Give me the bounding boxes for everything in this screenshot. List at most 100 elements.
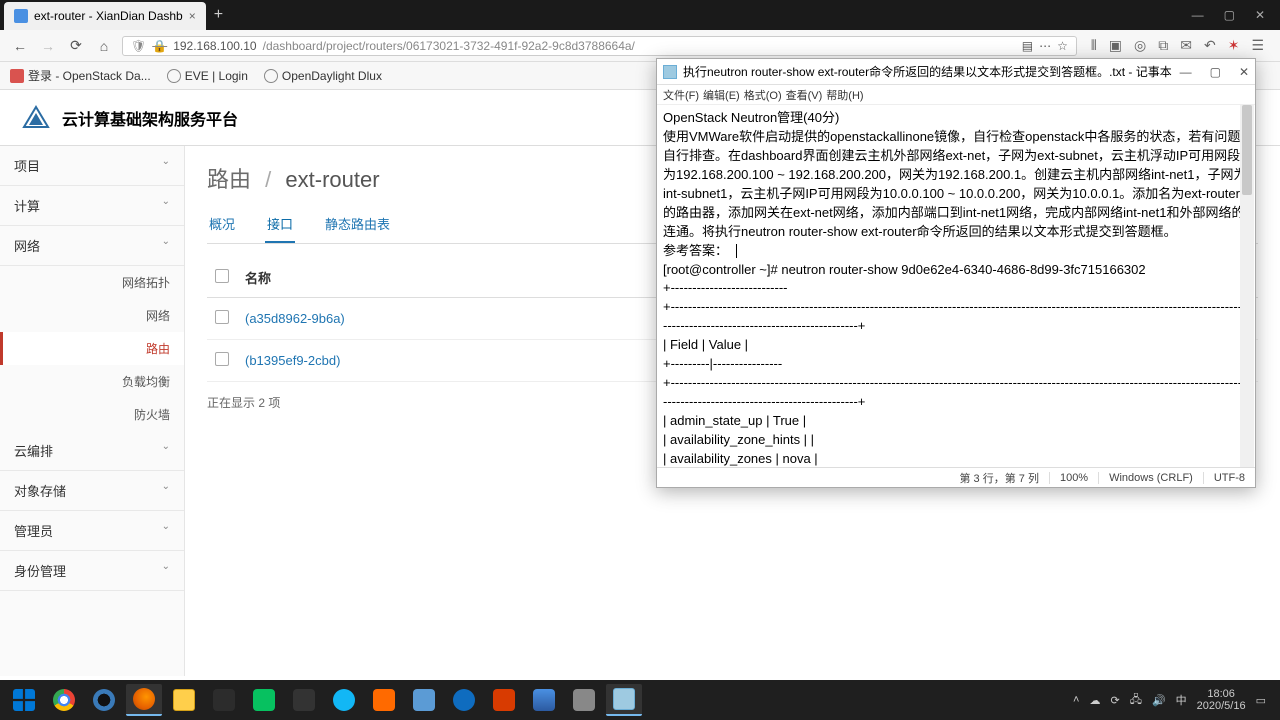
chat-icon[interactable]: ✉ — [1180, 37, 1192, 54]
platform-title: 云计算基础架构服务平台 — [62, 106, 238, 130]
tag-icon[interactable]: ⧉ — [1158, 37, 1168, 54]
sidebar-item-firewall[interactable]: 防火墙 — [0, 398, 184, 431]
globe-icon — [167, 69, 181, 83]
menu-icon[interactable]: ☰ — [1251, 37, 1264, 54]
bookmark-star-icon[interactable]: ☆ — [1057, 39, 1068, 53]
menu-format[interactable]: 格式(O) — [744, 87, 782, 102]
taskbar-app7[interactable] — [486, 684, 522, 716]
menu-edit[interactable]: 编辑(E) — [703, 87, 740, 102]
bookmark-eve[interactable]: EVE | Login — [167, 69, 248, 83]
menu-file[interactable]: 文件(F) — [663, 87, 699, 102]
url-bar[interactable]: 🛡 🔒 192.168.100.10/dashboard/project/rou… — [122, 36, 1077, 56]
breadcrumb-root[interactable]: 路由 — [207, 167, 251, 192]
taskbar-app1[interactable] — [86, 684, 122, 716]
reload-button[interactable]: ⟳ — [66, 37, 86, 54]
sidebar-identity[interactable]: 身份管理⌄ — [0, 551, 184, 591]
chevron-down-icon: ⌄ — [162, 481, 170, 500]
maximize-icon[interactable]: ▢ — [1210, 65, 1221, 79]
tab-static-routes[interactable]: 静态路由表 — [323, 206, 392, 243]
minimize-icon[interactable]: — — [1180, 65, 1192, 79]
np-line: 参考答案： — [663, 243, 728, 258]
interface-link[interactable]: (a35d8962-9b6a) — [245, 311, 345, 326]
more-icon[interactable]: ⋯ — [1039, 39, 1051, 53]
system-tray: ˄ ☁ ⟳ 🖧 🔊 中 18:06 2020/5/16 ▭ — [1073, 688, 1274, 712]
bookmark-opendaylight[interactable]: OpenDaylight Dlux — [264, 69, 382, 83]
sidebar-item-loadbalancer[interactable]: 负载均衡 — [0, 365, 184, 398]
np-line: +---------------------------------------… — [663, 299, 1246, 333]
tray-sync-icon[interactable]: ⟳ — [1110, 694, 1119, 707]
chevron-down-icon: ⌄ — [162, 521, 170, 540]
start-button[interactable] — [6, 684, 42, 716]
sidebar-network[interactable]: 网络⌄ — [0, 226, 184, 266]
np-line: | availability_zone_hints | | — [663, 432, 814, 447]
window-controls: — ▢ ✕ — [1192, 8, 1280, 22]
taskbar-firefox[interactable] — [126, 684, 162, 716]
taskbar-app2[interactable] — [206, 684, 242, 716]
sidebar-item-networks[interactable]: 网络 — [0, 299, 184, 332]
breadcrumb-current: ext-router — [285, 167, 379, 192]
tab-interfaces[interactable]: 接口 — [265, 206, 295, 243]
tray-chevron-icon[interactable]: ˄ — [1073, 694, 1079, 706]
menu-view[interactable]: 查看(V) — [786, 87, 823, 102]
tray-volume-icon[interactable]: 🔊 — [1152, 694, 1166, 707]
shield-icon: 🛡 — [131, 39, 146, 53]
reader-icon[interactable]: ▤ — [1022, 39, 1033, 53]
taskbar-chrome[interactable] — [46, 684, 82, 716]
minimize-icon[interactable]: — — [1192, 8, 1204, 22]
globe-icon — [264, 69, 278, 83]
bug-icon[interactable]: ✶ — [1228, 37, 1240, 54]
tab-close-icon[interactable]: × — [189, 9, 196, 23]
taskbar-app5[interactable] — [406, 684, 442, 716]
home-button[interactable]: ⌂ — [94, 38, 114, 54]
sidebar: 项目⌄ 计算⌄ 网络⌄ 网络拓扑 网络 路由 负载均衡 防火墙 云编排⌄ 对象存… — [0, 146, 185, 676]
notepad-textarea[interactable]: OpenStack Neutron管理(40分) 使用VMWare软件启动提供的… — [657, 105, 1255, 467]
tab-overview[interactable]: 概况 — [207, 206, 237, 243]
notepad-statusbar: 第 3 行，第 7 列 100% Windows (CRLF) UTF-8 — [657, 467, 1255, 487]
select-all-checkbox[interactable] — [215, 269, 229, 283]
undo-icon[interactable]: ↶ — [1204, 37, 1216, 54]
notification-icon[interactable]: ▭ — [1256, 694, 1266, 707]
sidebar-compute[interactable]: 计算⌄ — [0, 186, 184, 226]
close-icon[interactable]: ✕ — [1255, 8, 1265, 22]
np-line: +---------|---------------- — [663, 356, 782, 371]
taskbar-clock[interactable]: 18:06 2020/5/16 — [1197, 688, 1246, 712]
sidebar-project[interactable]: 项目⌄ — [0, 146, 184, 186]
browser-tab[interactable]: ext-router - XianDian Dashb × — [4, 2, 206, 30]
forward-button[interactable]: → — [38, 38, 58, 54]
taskbar-notepad[interactable] — [606, 684, 642, 716]
notepad-titlebar[interactable]: 执行neutron router-show ext-router命令所返回的结果… — [657, 59, 1255, 85]
np-line: | Field | Value | — [663, 337, 748, 352]
sidebar-label: 云编排 — [14, 441, 53, 460]
taskbar-app4[interactable] — [366, 684, 402, 716]
interface-link[interactable]: (b1395ef9-2cbd) — [245, 353, 340, 368]
new-tab-button[interactable]: + — [214, 6, 223, 24]
close-icon[interactable]: ✕ — [1239, 65, 1249, 79]
row-checkbox[interactable] — [215, 352, 229, 366]
taskbar-app8[interactable] — [566, 684, 602, 716]
back-button[interactable]: ← — [10, 38, 30, 54]
sidebar-item-routers[interactable]: 路由 — [0, 332, 184, 365]
tray-cloud-icon[interactable]: ☁ — [1089, 694, 1100, 707]
row-checkbox[interactable] — [215, 310, 229, 324]
taskbar-app6[interactable] — [446, 684, 482, 716]
sidebar-item-topology[interactable]: 网络拓扑 — [0, 266, 184, 299]
tray-ime[interactable]: 中 — [1176, 692, 1187, 708]
menu-help[interactable]: 帮助(H) — [826, 87, 863, 102]
notepad-title: 执行neutron router-show ext-router命令所返回的结果… — [683, 63, 1172, 80]
taskbar-vmware[interactable] — [526, 684, 562, 716]
sidebar-objectstore[interactable]: 对象存储⌄ — [0, 471, 184, 511]
sidebar-admin[interactable]: 管理员⌄ — [0, 511, 184, 551]
bookmark-openstack[interactable]: 登录 - OpenStack Da... — [10, 67, 151, 84]
taskbar-qq[interactable] — [326, 684, 362, 716]
taskbar-explorer[interactable] — [166, 684, 202, 716]
taskbar-app3[interactable] — [286, 684, 322, 716]
account-icon[interactable]: ◎ — [1134, 37, 1146, 54]
tray-network-icon[interactable]: 🖧 — [1130, 691, 1142, 710]
sidebar-orchestration[interactable]: 云编排⌄ — [0, 431, 184, 471]
maximize-icon[interactable]: ▢ — [1224, 8, 1235, 22]
taskbar-wechat[interactable] — [246, 684, 282, 716]
scrollbar[interactable] — [1240, 105, 1254, 467]
library-icon[interactable]: ⫴ — [1091, 37, 1097, 54]
bookmark-label: 登录 - OpenStack Da... — [28, 67, 151, 84]
sidebar-icon[interactable]: ▣ — [1109, 37, 1122, 54]
